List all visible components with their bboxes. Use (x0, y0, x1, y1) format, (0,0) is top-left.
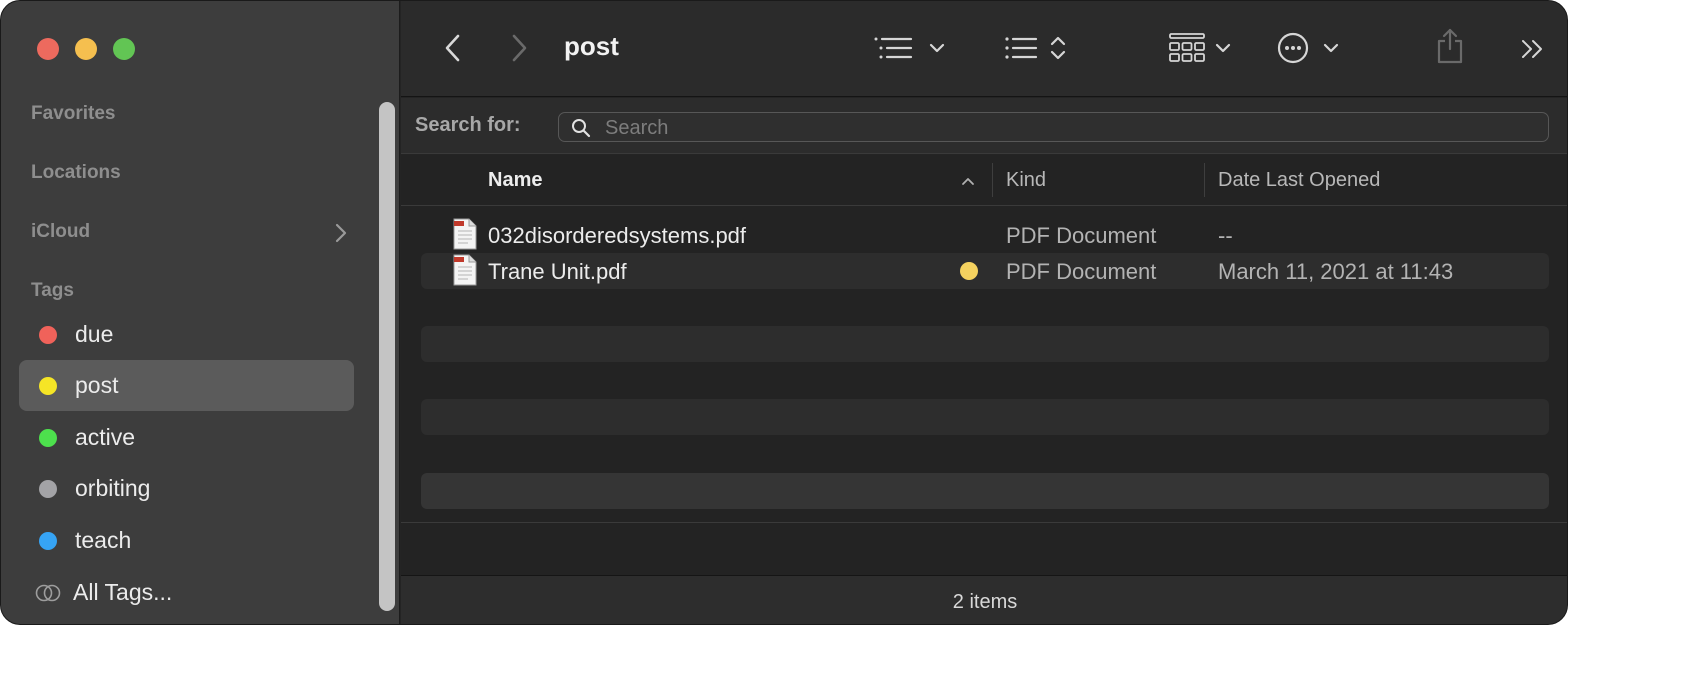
column-header-date-last-opened[interactable]: Date Last Opened (1218, 169, 1380, 192)
sidebar-item-label: due (75, 321, 114, 347)
sidebar-section-icloud[interactable]: iCloud (31, 221, 90, 243)
sidebar-item-tag-due[interactable]: due (19, 309, 354, 360)
sidebar: Favorites Locations iCloud Tags due post a… (1, 1, 400, 624)
pdf-file-icon (453, 218, 477, 250)
zoom-window-button[interactable] (113, 38, 135, 60)
sidebar-item-label: teach (75, 527, 132, 553)
forward-icon[interactable] (509, 33, 529, 63)
file-date-last-opened: March 11, 2021 at 11:43 (1218, 259, 1454, 284)
sidebar-item-label: post (75, 372, 119, 398)
sidebar-item-label: active (75, 424, 136, 450)
share-icon[interactable] (1435, 27, 1465, 65)
sidebar-scrollbar[interactable] (379, 102, 395, 611)
more-actions-icon (1277, 32, 1309, 64)
file-kind: PDF Document (1006, 223, 1157, 248)
empty-row (421, 399, 1549, 435)
chevron-down-icon (1215, 43, 1231, 53)
search-icon (572, 119, 591, 138)
sidebar-section-locations[interactable]: Locations (31, 162, 121, 184)
file-name: Trane Unit.pdf (488, 259, 627, 284)
sidebar-item-tag-post[interactable]: post (19, 360, 354, 411)
item-count: 2 items (952, 591, 1018, 613)
search-for-label: Search for: (415, 114, 521, 136)
column-header-kind[interactable]: Kind (1006, 169, 1046, 192)
tag-color-dot (39, 376, 57, 395)
sidebar-item-label: All Tags... (73, 579, 173, 605)
list-view-icon (874, 37, 913, 59)
column-header-name[interactable]: Name (488, 169, 542, 192)
updown-chevron-icon (1050, 36, 1066, 60)
list-view-button[interactable] (873, 35, 945, 61)
sidebar-section-favorites[interactable]: Favorites (31, 103, 115, 125)
column-divider[interactable] (992, 163, 993, 197)
close-window-button[interactable] (37, 38, 59, 60)
search-bar: Search for: (401, 98, 1567, 154)
sidebar-item-label: orbiting (75, 475, 151, 501)
group-icon (1005, 37, 1038, 59)
chevron-down-icon (1323, 43, 1339, 53)
sidebar-item-all-tags[interactable]: All Tags... (19, 567, 354, 618)
back-icon[interactable] (443, 33, 463, 63)
chevron-right-icon[interactable] (333, 222, 349, 244)
sidebar-item-tag-orbiting[interactable]: orbiting (19, 463, 354, 514)
divider (401, 522, 1567, 523)
minimize-window-button[interactable] (75, 38, 97, 60)
search-input[interactable] (605, 115, 1505, 141)
search-field[interactable] (558, 112, 1549, 142)
gallery-view-icon (1169, 33, 1205, 62)
sidebar-item-tag-teach[interactable]: teach (19, 515, 354, 566)
file-kind: PDF Document (1006, 259, 1157, 284)
all-tags-icon (35, 584, 61, 601)
more-toolbar-icon[interactable] (1521, 39, 1545, 59)
sidebar-section-tags[interactable]: Tags (31, 280, 74, 302)
toolbar: post (401, 1, 1567, 97)
tag-color-dot (39, 428, 57, 447)
gallery-view-button[interactable] (1169, 33, 1231, 63)
tag-color-dot (960, 262, 978, 280)
sort-ascending-icon[interactable] (961, 176, 975, 186)
group-button[interactable] (1004, 35, 1066, 61)
window-controls (37, 38, 135, 60)
file-date-last-opened: -- (1218, 223, 1233, 248)
file-list: Name Kind Date Last Opened 032disordered… (401, 155, 1567, 575)
chevron-down-icon (929, 43, 945, 53)
more-actions-button[interactable] (1277, 32, 1339, 64)
status-bar: 2 items (401, 575, 1567, 624)
tag-color-dot (39, 531, 57, 550)
empty-row (421, 473, 1549, 509)
file-name: 032disorderedsystems.pdf (488, 223, 747, 248)
tag-color-dot (39, 479, 57, 498)
tag-color-dot (39, 325, 57, 344)
pdf-file-icon (453, 254, 477, 286)
empty-row (421, 326, 1549, 362)
file-row[interactable]: Trane Unit.pdf PDF Document March 11, 2021… (421, 253, 1549, 289)
column-header-row: Name Kind Date Last Opened (401, 155, 1567, 206)
file-row[interactable]: 032disorderedsystems.pdf PDF Document -- (421, 217, 1549, 253)
finder-window: Favorites Locations iCloud Tags due post a… (0, 0, 1568, 625)
column-divider[interactable] (1204, 163, 1205, 197)
folder-title: post (564, 31, 619, 61)
sidebar-item-tag-active[interactable]: active (19, 412, 354, 463)
